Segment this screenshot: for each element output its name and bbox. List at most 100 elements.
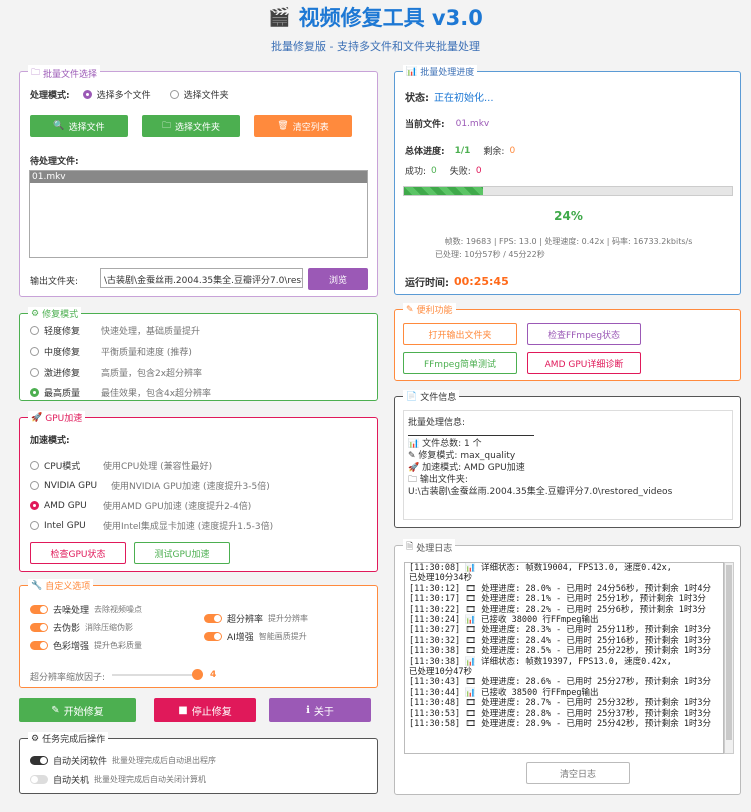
file-info-total: 文件总数: 1 个: [422, 439, 482, 449]
repair-max-label[interactable]: 最高质量: [44, 386, 96, 399]
custom-legend: 自定义选项: [45, 582, 91, 592]
progress-bar-fill: [404, 187, 483, 195]
repair-light-radio[interactable]: [30, 326, 39, 335]
select-folder-button[interactable]: 🗀 选择文件夹: [142, 115, 240, 137]
repair-aggressive-label[interactable]: 激进修复: [44, 366, 96, 379]
progress-percent: 24%: [554, 209, 583, 223]
deartifact-toggle[interactable]: [30, 623, 48, 632]
check-ffmpeg-button[interactable]: 检查FFmpeg状态: [527, 323, 641, 345]
auto-close-label: 自动关闭软件: [53, 757, 108, 767]
gpu-amd-radio[interactable]: [30, 501, 39, 510]
remaining-value: 0: [509, 145, 516, 156]
file-info-box: 批量处理信息: 📊 文件总数: 1 个 ✎ 修复模式: max_quality …: [403, 410, 733, 520]
auto-shutdown-toggle[interactable]: [30, 775, 48, 784]
log-scrollbar-thumb[interactable]: [726, 565, 732, 740]
browse-button[interactable]: 浏览: [308, 268, 368, 290]
ai-enhance-desc: 智能画质提升: [258, 632, 307, 641]
file-list[interactable]: 01.mkv: [29, 170, 368, 258]
denoise-label: 去噪处理: [53, 606, 90, 616]
auto-close-toggle[interactable]: [30, 756, 48, 765]
status-label: 状态:: [405, 93, 429, 104]
app-subtitle: 批量修复版 - 支持多文件和文件夹批量处理: [271, 40, 480, 53]
gpu-intel-label[interactable]: Intel GPU: [44, 521, 98, 531]
repair-mode-panel: ⚙ 修复模式 轻度修复 快速处理，基础质量提升 中度修复 平衡质量和速度 (推荐) 激…: [19, 307, 378, 401]
gpu-cpu-label[interactable]: CPU模式: [44, 459, 98, 472]
total-value: 1/1: [454, 145, 471, 156]
file-info-accel: 加速模式: AMD GPU加速: [422, 463, 525, 473]
folder-icon: 🗀: [408, 475, 418, 485]
ai-enhance-toggle[interactable]: [204, 632, 222, 641]
stop-icon: ■: [178, 704, 188, 716]
scale-slider-handle[interactable]: [192, 669, 203, 680]
search-icon: 🔍: [53, 121, 65, 131]
gpu-nvidia-radio[interactable]: [30, 481, 39, 490]
color-enhance-toggle[interactable]: [30, 641, 48, 650]
app-header: 🎬 视频修复工具 v3.0 批量修复版 - 支持多文件和文件夹批量处理: [0, 0, 751, 54]
trash-icon: 🗑: [277, 121, 289, 131]
repair-medium-label[interactable]: 中度修复: [44, 345, 96, 358]
clear-log-button[interactable]: 清空日志: [526, 762, 630, 784]
document-icon: 📄: [406, 391, 418, 402]
status-value: 正在初始化...: [434, 93, 494, 104]
file-list-item[interactable]: 01.mkv: [30, 171, 367, 183]
after-task-panel: ⚙ 任务完成后操作 自动关闭软件 批量处理完成后自动退出程序 自动关机 批量处理完成后…: [19, 732, 378, 794]
gpu-amd-label[interactable]: AMD GPU: [44, 501, 98, 511]
about-button[interactable]: ℹ 关于: [269, 698, 371, 722]
open-output-button[interactable]: 打开输出文件夹: [403, 323, 517, 345]
denoise-toggle[interactable]: [30, 605, 48, 614]
denoise-desc: 去除视频噪点: [94, 605, 143, 614]
repair-aggressive-desc: 高质量，包含2x超分辨率: [101, 369, 203, 379]
start-button[interactable]: ✎ 开始修复: [19, 698, 136, 722]
gpu-nvidia-label[interactable]: NVIDIA GPU: [44, 481, 106, 491]
log-line: [11:30:38] 🎞 处理进度: 28.5% - 已用时 25分22秒, 预…: [409, 646, 712, 657]
tools-legend: 便利功能: [416, 306, 453, 316]
runtime-label: 运行时间:: [405, 278, 449, 289]
clear-list-button[interactable]: 🗑 清空列表: [254, 115, 352, 137]
gpu-intel-radio[interactable]: [30, 521, 39, 530]
file-select-legend: 批量文件选择: [43, 69, 98, 80]
test-gpu-button[interactable]: 测试GPU加速: [134, 542, 230, 564]
repair-medium-desc: 平衡质量和速度 (推荐): [101, 348, 192, 358]
settings-icon: ⚙: [31, 733, 40, 744]
ffmpeg-test-button[interactable]: FFmpeg简单测试: [403, 352, 517, 374]
mode-multi-label[interactable]: 选择多个文件: [97, 88, 151, 101]
repair-max-radio[interactable]: [30, 388, 39, 397]
custom-options-panel: 🔧 自定义选项 去噪处理 去除视频噪点 去伪影 消除压缩伪影 色彩增强 提升色彩质量 超…: [19, 579, 378, 688]
progress-legend: 批量处理进度: [420, 68, 475, 78]
file-info-panel: 📄 文件信息 批量处理信息: 📊 文件总数: 1 个 ✎ 修复模式: max_qu…: [394, 390, 741, 528]
success-label: 成功:: [405, 167, 427, 177]
bar-chart-icon: 📊: [408, 439, 420, 449]
auto-shutdown-desc: 批量处理完成后自动关闭计算机: [94, 775, 207, 784]
progress-bar: [403, 186, 733, 196]
mode-multi-radio[interactable]: [82, 90, 92, 99]
accel-mode-label: 加速模式:: [30, 436, 70, 446]
repair-medium-radio[interactable]: [30, 347, 39, 356]
stop-button[interactable]: ■ 停止修复: [154, 698, 256, 722]
output-label: 输出文件夹:: [30, 277, 79, 287]
runtime-value: 00:25:45: [454, 275, 509, 288]
folder-icon: 🗀: [31, 68, 41, 78]
log-line: [11:30:12] 🎞 处理进度: 28.0% - 已用时 24分56秒, 预…: [409, 583, 712, 594]
mode-folder-label[interactable]: 选择文件夹: [184, 88, 229, 101]
deartifact-label: 去伪影: [53, 624, 81, 634]
log-legend: 处理日志: [416, 543, 453, 554]
mode-folder-radio[interactable]: [169, 90, 179, 99]
superres-toggle[interactable]: [204, 614, 222, 623]
amd-diag-button[interactable]: AMD GPU详细诊断: [527, 352, 641, 374]
scale-slider[interactable]: [112, 674, 202, 676]
log-output[interactable]: [11:30:08] 📊 详细状态: 帧数19004, FPS13.0, 速度0…: [404, 562, 724, 754]
select-files-button[interactable]: 🔍 选择文件: [30, 115, 128, 137]
log-line: [11:30:08] 📊 详细状态: 帧数19004, FPS13.0, 速度0…: [409, 563, 672, 573]
gpu-cpu-radio[interactable]: [30, 461, 39, 470]
log-line: [11:30:53] 🎞 处理进度: 28.8% - 已用时 25分37秒, 预…: [409, 708, 712, 719]
deartifact-desc: 消除压缩伪影: [85, 623, 134, 632]
output-folder-field[interactable]: \古装剧\金蚕丝雨.2004.35集全.豆瓣评分7.0\rest: [100, 268, 303, 288]
repair-light-label[interactable]: 轻度修复: [44, 324, 96, 337]
gpu-intel-desc: 使用Intel集成显卡加速 (速度提升1.5-3倍): [103, 522, 274, 532]
check-gpu-button[interactable]: 检查GPU状态: [30, 542, 126, 564]
log-scrollbar[interactable]: [724, 562, 734, 754]
repair-aggressive-radio[interactable]: [30, 368, 39, 377]
color-enhance-label: 色彩增强: [53, 642, 90, 652]
gpu-cpu-desc: 使用CPU处理 (兼容性最好): [103, 462, 213, 472]
gpu-amd-desc: 使用AMD GPU加速 (速度提升2-4倍): [103, 502, 252, 512]
